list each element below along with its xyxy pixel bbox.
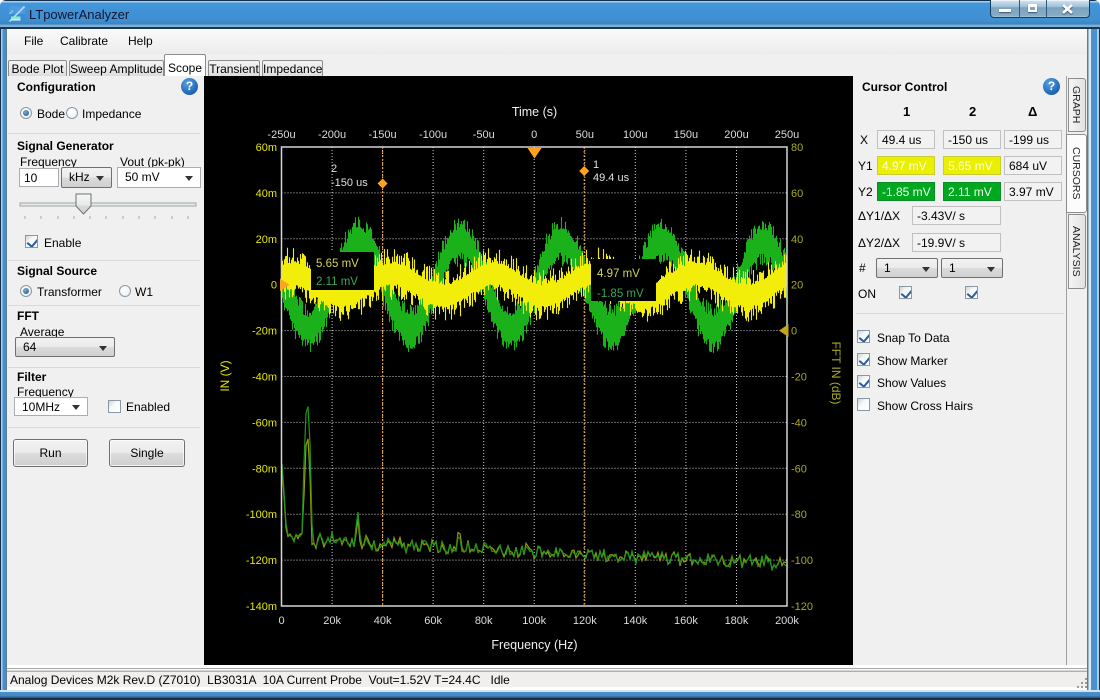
svg-text:-80m: -80m xyxy=(252,463,277,475)
svg-text:FFT IN (dB): FFT IN (dB) xyxy=(829,341,843,404)
svg-text:0: 0 xyxy=(531,129,537,141)
svg-text:-80: -80 xyxy=(791,509,807,521)
svg-text:-60m: -60m xyxy=(252,417,277,429)
svg-text:-200u: -200u xyxy=(318,129,346,141)
svg-text:40k: 40k xyxy=(374,615,392,627)
svg-text:-20: -20 xyxy=(791,372,807,384)
svg-text:-20m: -20m xyxy=(252,326,277,338)
svg-text:-150 us: -150 us xyxy=(331,177,368,189)
svg-text:1: 1 xyxy=(593,159,599,171)
svg-text:60k: 60k xyxy=(424,615,442,627)
svg-text:Frequency (Hz): Frequency (Hz) xyxy=(491,638,577,652)
svg-text:-40m: -40m xyxy=(252,372,277,384)
svg-text:-60: -60 xyxy=(791,463,807,475)
svg-text:180k: 180k xyxy=(725,615,749,627)
svg-text:20m: 20m xyxy=(256,234,277,246)
svg-text:100k: 100k xyxy=(522,615,546,627)
svg-text:49.4 us: 49.4 us xyxy=(593,172,630,184)
svg-text:40: 40 xyxy=(791,234,803,246)
svg-text:2.11 mV: 2.11 mV xyxy=(316,276,358,288)
svg-text:-50u: -50u xyxy=(473,129,495,141)
svg-text:100u: 100u xyxy=(623,129,647,141)
svg-text:20: 20 xyxy=(791,280,803,292)
svg-text:0: 0 xyxy=(278,615,284,627)
svg-text:0: 0 xyxy=(271,280,277,292)
svg-text:200u: 200u xyxy=(724,129,748,141)
svg-text:40m: 40m xyxy=(256,188,277,200)
svg-text:60m: 60m xyxy=(256,142,277,154)
svg-text:-1.85 mV: -1.85 mV xyxy=(597,288,644,300)
svg-text:50u: 50u xyxy=(576,129,594,141)
svg-text:-100: -100 xyxy=(791,555,813,567)
svg-text:2: 2 xyxy=(331,163,337,175)
svg-text:Time (s): Time (s) xyxy=(512,105,557,119)
svg-text:-140m: -140m xyxy=(246,601,277,613)
svg-text:150u: 150u xyxy=(674,129,698,141)
svg-text:140k: 140k xyxy=(623,615,647,627)
svg-text:80k: 80k xyxy=(475,615,493,627)
svg-text:20k: 20k xyxy=(323,615,341,627)
svg-text:0: 0 xyxy=(791,326,797,338)
svg-text:200k: 200k xyxy=(775,615,799,627)
svg-text:5.65 mV: 5.65 mV xyxy=(316,258,359,270)
svg-text:-100m: -100m xyxy=(246,509,277,521)
svg-text:-100u: -100u xyxy=(419,129,447,141)
svg-text:80: 80 xyxy=(791,142,803,154)
svg-text:250u: 250u xyxy=(775,129,799,141)
svg-text:-250u: -250u xyxy=(267,129,295,141)
svg-text:-150u: -150u xyxy=(369,129,397,141)
svg-text:60: 60 xyxy=(791,188,803,200)
svg-text:-120: -120 xyxy=(791,601,813,613)
svg-text:-40: -40 xyxy=(791,417,807,429)
svg-text:160k: 160k xyxy=(674,615,698,627)
svg-text:-120m: -120m xyxy=(246,555,277,567)
svg-text:IN (V): IN (V) xyxy=(218,360,232,391)
svg-text:120k: 120k xyxy=(573,615,597,627)
svg-text:4.97 mV: 4.97 mV xyxy=(597,268,640,280)
